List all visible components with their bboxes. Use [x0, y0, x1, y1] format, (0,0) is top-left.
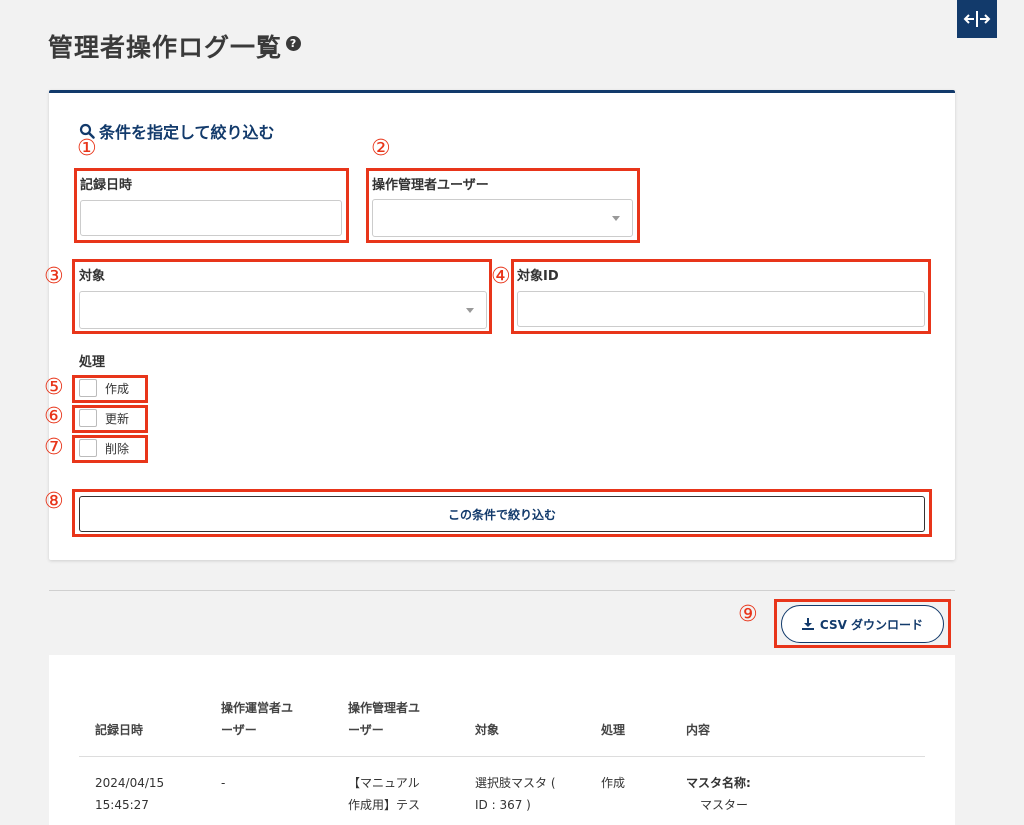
- checkbox-delete[interactable]: [79, 439, 97, 457]
- filter-heading-text: 条件を指定して絞り込む: [99, 123, 275, 142]
- annotation-marker-9: ⑨: [738, 602, 758, 627]
- download-icon: [801, 618, 814, 630]
- page-title: 管理者操作ログ一覧 ?: [48, 28, 302, 64]
- expand-horizontal-icon: [963, 11, 991, 27]
- target-id-label: 対象ID: [517, 269, 559, 284]
- annotation-marker-5: ⑤: [44, 375, 64, 400]
- annotation-marker-8: ⑧: [44, 489, 64, 514]
- apply-filter-button[interactable]: この条件で絞り込む: [79, 496, 925, 532]
- process-option-delete-label: 削除: [105, 441, 130, 456]
- filter-panel: 条件を指定して絞り込む ① 記録日時 ② 操作管理者ユーザー ③ 対象 ④ 対象…: [44, 90, 955, 560]
- target-select[interactable]: [79, 291, 487, 329]
- cell-content-value: マスター: [700, 798, 749, 812]
- target-id-input[interactable]: [517, 291, 925, 327]
- process-option-create[interactable]: 作成: [79, 379, 129, 397]
- cell-recorded-at: 2024/04/15 15:45:27: [95, 776, 165, 812]
- column-header-operator-user[interactable]: 操作運営者ユ ーザー: [221, 697, 293, 741]
- annotation-marker-2: ②: [371, 136, 391, 161]
- cell-content-label: マスタ名称:: [686, 776, 751, 790]
- column-header-process[interactable]: 処理: [601, 719, 625, 741]
- log-table: 記録日時 操作運営者ユ ーザー 操作管理者ユ ーザー 対象 処理 内容 2024…: [49, 655, 955, 825]
- annotation-marker-1: ①: [77, 136, 97, 161]
- help-icon[interactable]: ?: [286, 35, 302, 51]
- page-title-text: 管理者操作ログ一覧: [48, 33, 283, 62]
- recorded-at-label: 記録日時: [80, 178, 133, 193]
- process-label: 処理: [79, 355, 106, 370]
- csv-download-button[interactable]: CSV ダウンロード: [781, 605, 944, 643]
- cell-process: 作成: [601, 776, 626, 790]
- column-header-recorded-at[interactable]: 記録日時: [95, 719, 143, 741]
- admin-user-select[interactable]: [372, 199, 633, 237]
- recorded-at-input[interactable]: [80, 200, 342, 236]
- target-label: 対象: [79, 269, 106, 284]
- checkbox-create[interactable]: [79, 379, 97, 397]
- process-option-create-label: 作成: [105, 381, 130, 396]
- expand-toggle-button[interactable]: [957, 0, 997, 38]
- checkbox-update[interactable]: [79, 409, 97, 427]
- chevron-down-icon: [466, 308, 474, 313]
- csv-download-label: CSV ダウンロード: [819, 617, 924, 632]
- process-option-update[interactable]: 更新: [79, 409, 129, 427]
- cell-operator-user: -: [221, 776, 226, 790]
- filter-heading: 条件を指定して絞り込む: [79, 119, 275, 143]
- column-header-target[interactable]: 対象: [475, 719, 499, 741]
- section-divider: [49, 590, 955, 591]
- table-header-separator: [79, 756, 925, 757]
- chevron-down-icon: [612, 216, 620, 221]
- process-option-delete[interactable]: 削除: [79, 439, 129, 457]
- cell-target: 選択肢マスタ ( ID : 367 ): [475, 776, 556, 812]
- annotation-marker-6: ⑥: [44, 404, 64, 429]
- process-option-update-label: 更新: [105, 411, 130, 426]
- annotation-marker-7: ⑦: [44, 435, 64, 460]
- annotation-marker-4: ④: [491, 264, 511, 289]
- column-header-content[interactable]: 内容: [686, 719, 710, 741]
- admin-user-label: 操作管理者ユーザー: [372, 178, 489, 193]
- column-header-admin-user[interactable]: 操作管理者ユ ーザー: [348, 697, 420, 741]
- cell-admin-user: 【マニュアル 作成用】テス: [348, 776, 421, 812]
- annotation-marker-3: ③: [44, 264, 64, 289]
